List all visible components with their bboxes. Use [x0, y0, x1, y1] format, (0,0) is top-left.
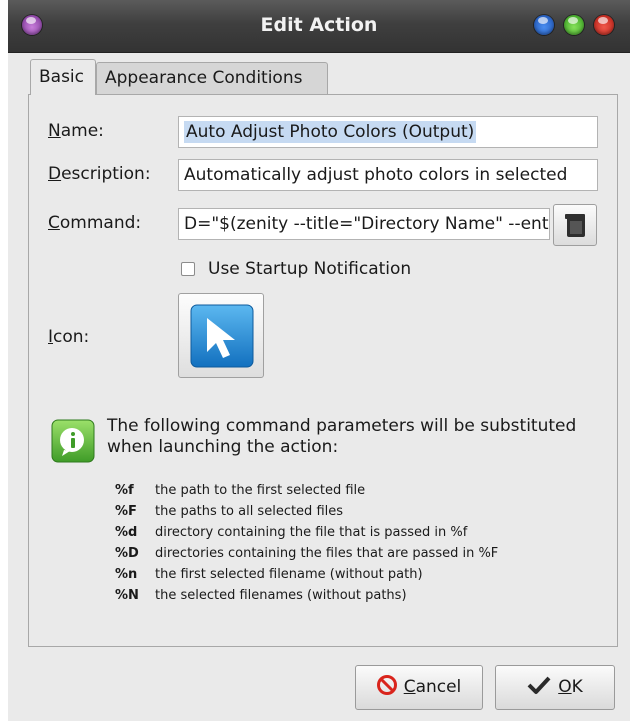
parameter-description: the paths to all selected files	[155, 504, 344, 519]
list-item: %f the path to the first selected file	[115, 480, 498, 501]
parameter-code: %N	[115, 588, 139, 603]
list-item: %F the paths to all selected files	[115, 501, 498, 522]
list-item: %D directories containing the files that …	[115, 543, 498, 564]
tab-appearance-conditions[interactable]: Appearance Conditions	[96, 62, 328, 94]
browse-icon	[565, 214, 585, 237]
command-label: Command:	[48, 213, 142, 233]
name-input-value: Auto Adjust Photo Colors (Output)	[184, 121, 477, 143]
name-input[interactable]: Auto Adjust Photo Colors (Output)	[178, 116, 598, 148]
info-icon	[51, 419, 95, 463]
parameters-list: %f the path to the first selected file %F…	[115, 480, 498, 606]
parameter-description: directories containing the files that ar…	[155, 546, 499, 561]
ok-label: OK	[558, 677, 583, 697]
description-input[interactable]: Automatically adjust photo colors in sel…	[178, 159, 598, 191]
parameter-code: %f	[115, 483, 134, 498]
parameter-description: directory containing the file that is pa…	[155, 525, 468, 540]
checkmark-icon	[527, 676, 551, 694]
title-bar[interactable]: Edit Action	[8, 0, 630, 53]
tab-basic[interactable]: Basic	[30, 59, 96, 95]
parameter-code: %n	[115, 567, 138, 582]
maximize-button[interactable]	[564, 15, 584, 35]
cancel-label: Cancel	[403, 677, 462, 697]
list-item: %n the first selected filename (without p…	[115, 564, 498, 585]
parameter-description: the selected filenames (without paths)	[155, 588, 407, 603]
edit-action-dialog: Edit Action Basic Appearance Conditions …	[8, 0, 630, 721]
command-input[interactable]: D="$(zenity --title="Directory Name" --e…	[178, 208, 550, 240]
cancel-button[interactable]: Cancel	[355, 665, 483, 710]
parameter-code: %F	[115, 504, 137, 519]
parameter-code: %d	[115, 525, 138, 540]
parameter-description: the first selected filename (without pat…	[155, 567, 423, 582]
parameter-description: the path to the first selected file	[155, 483, 366, 498]
name-label: Name:	[48, 121, 104, 141]
browse-command-button[interactable]	[553, 204, 597, 246]
startup-notification-label[interactable]: Use Startup Notification	[208, 259, 411, 279]
pointer-arrow-icon	[190, 304, 254, 368]
ok-button[interactable]: OK	[495, 665, 615, 710]
list-item: %N the selected filenames (without paths)	[115, 585, 498, 606]
parameter-code: %D	[115, 546, 139, 561]
minimize-button[interactable]	[534, 15, 554, 35]
cancel-icon	[376, 675, 397, 695]
list-item: %d directory containing the file that is …	[115, 522, 498, 543]
close-button[interactable]	[594, 15, 614, 35]
description-label: Description:	[48, 164, 151, 184]
startup-notification-checkbox[interactable]	[181, 262, 195, 276]
icon-picker-button[interactable]	[178, 293, 264, 378]
info-text: The following command parameters will be…	[107, 416, 577, 457]
icon-label: Icon:	[48, 327, 90, 347]
